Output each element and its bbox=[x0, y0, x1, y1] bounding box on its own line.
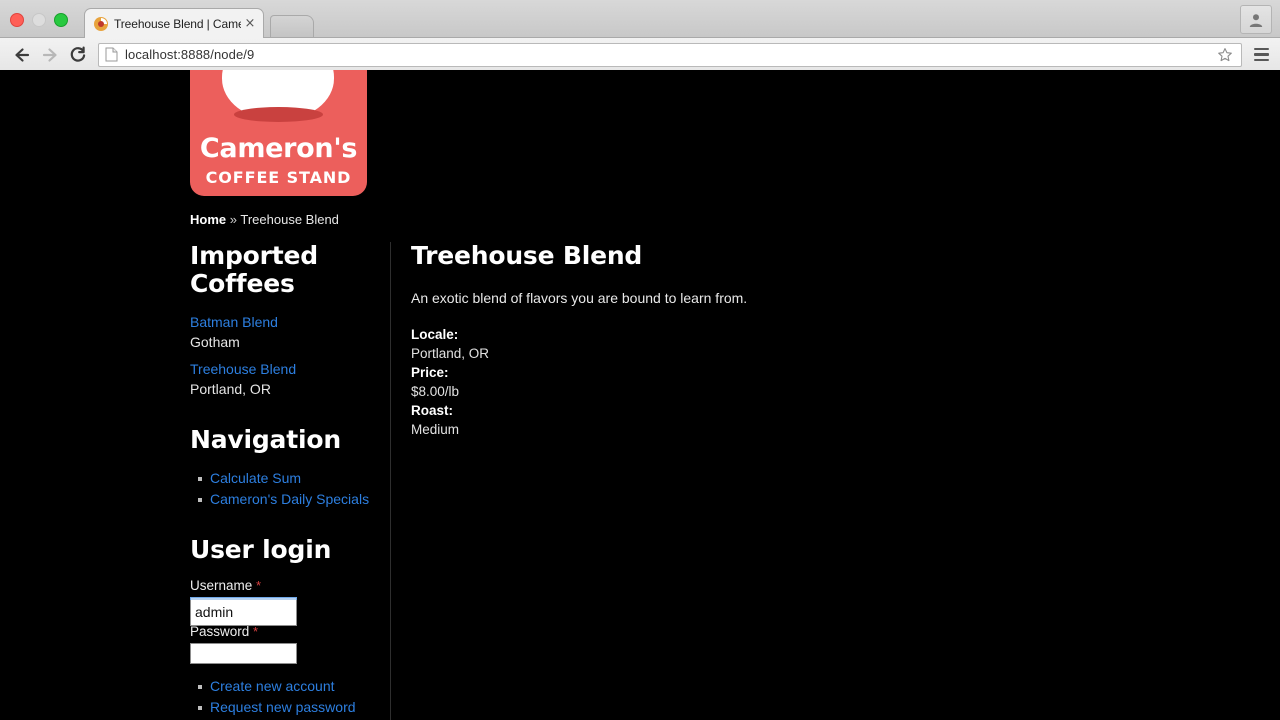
window-controls bbox=[10, 13, 68, 27]
sidebar: Imported Coffees Batman Blend Gotham Tre… bbox=[190, 242, 391, 720]
autofill-dropdown[interactable]: admin bbox=[190, 600, 297, 626]
browser-tab-active[interactable]: Treehouse Blend | Camero × bbox=[84, 8, 264, 38]
favicon-coffee-icon bbox=[93, 16, 109, 32]
close-icon[interactable]: × bbox=[243, 17, 257, 31]
field-value: Portland, OR bbox=[411, 346, 490, 361]
page-title: Treehouse Blend bbox=[411, 241, 643, 270]
list-item: Treehouse Blend Portland, OR bbox=[190, 359, 380, 400]
breadcrumb-separator: » bbox=[229, 212, 237, 227]
username-label-text: Username bbox=[190, 578, 253, 593]
list-item: Cameron's Daily Specials bbox=[198, 489, 380, 510]
maximize-window-button[interactable] bbox=[54, 13, 68, 27]
back-arrow-icon bbox=[15, 47, 30, 62]
coffee-saucer-icon bbox=[234, 107, 323, 122]
nav-link-calculate-sum[interactable]: Calculate Sum bbox=[210, 470, 301, 486]
hamburger-line bbox=[1253, 58, 1269, 62]
hamburger-line bbox=[1253, 53, 1269, 56]
list-item: Request new password bbox=[198, 697, 380, 718]
imported-coffees-title: Imported Coffees bbox=[190, 241, 318, 298]
field-label: Price: bbox=[411, 365, 449, 380]
password-input[interactable] bbox=[190, 643, 297, 664]
coffee-link-batman-blend[interactable]: Batman Blend bbox=[190, 312, 380, 332]
login-links-list: Create new account Request new password bbox=[190, 676, 380, 718]
list-item: Create new account bbox=[198, 676, 380, 697]
person-icon bbox=[1249, 13, 1263, 27]
page-viewport: Cameron's COFFEE STAND Home » Treehouse … bbox=[0, 70, 1280, 720]
tab-title: Treehouse Blend | Camero bbox=[114, 16, 241, 31]
field-locale: Locale: Portland, OR bbox=[411, 325, 1111, 363]
field-label: Locale: bbox=[411, 327, 459, 342]
reload-icon bbox=[70, 46, 86, 62]
profile-button[interactable] bbox=[1240, 5, 1272, 34]
close-window-button[interactable] bbox=[10, 13, 24, 27]
request-new-password-link[interactable]: Request new password bbox=[210, 699, 356, 715]
autofill-option-admin[interactable]: admin bbox=[191, 600, 296, 625]
field-price: Price: $8.00/lb bbox=[411, 363, 1111, 401]
required-asterisk: * bbox=[253, 624, 259, 639]
list-item: Batman Blend Gotham bbox=[190, 312, 380, 353]
coffee-link-treehouse-blend[interactable]: Treehouse Blend bbox=[190, 359, 380, 379]
field-label: Roast: bbox=[411, 403, 454, 418]
site-logo[interactable]: Cameron's COFFEE STAND bbox=[190, 70, 367, 196]
forward-button[interactable] bbox=[36, 41, 64, 69]
address-bar[interactable]: localhost:8888/node/9 bbox=[98, 42, 1242, 67]
navigation-list: Calculate Sum Cameron's Daily Specials bbox=[190, 468, 380, 510]
main-content: Treehouse Blend An exotic blend of flavo… bbox=[411, 242, 1111, 439]
page-document-icon bbox=[105, 47, 118, 62]
breadcrumb: Home » Treehouse Blend bbox=[190, 212, 339, 227]
navigation-title: Navigation bbox=[190, 425, 341, 454]
url-text: localhost:8888/node/9 bbox=[125, 47, 255, 62]
imported-coffees-list: Batman Blend Gotham Treehouse Blend Port… bbox=[190, 312, 380, 400]
breadcrumb-home-link[interactable]: Home bbox=[190, 212, 226, 227]
reload-button[interactable] bbox=[64, 41, 92, 69]
list-item: Calculate Sum bbox=[198, 468, 380, 489]
field-roast: Roast: Medium bbox=[411, 401, 1111, 439]
username-label: Username * bbox=[190, 578, 380, 593]
logo-sub-text: COFFEE STAND bbox=[205, 168, 352, 187]
browser-titlebar: Treehouse Blend | Camero × bbox=[0, 0, 1280, 38]
create-new-account-link[interactable]: Create new account bbox=[210, 678, 335, 694]
password-form-item: Password * bbox=[190, 624, 380, 664]
hamburger-line bbox=[1253, 47, 1269, 51]
new-tab-button[interactable] bbox=[270, 15, 314, 37]
logo-brand-text: Cameron's bbox=[199, 133, 358, 164]
minimize-window-button[interactable] bbox=[32, 13, 46, 27]
tab-strip: Treehouse Blend | Camero × bbox=[84, 8, 314, 38]
required-asterisk: * bbox=[256, 578, 262, 593]
forward-arrow-icon bbox=[42, 47, 57, 62]
field-value: $8.00/lb bbox=[411, 384, 460, 399]
block-imported-coffees: Imported Coffees Batman Blend Gotham Tre… bbox=[190, 242, 380, 400]
field-value: Medium bbox=[411, 422, 460, 437]
user-login-title: User login bbox=[190, 535, 332, 564]
coffee-locale: Portland, OR bbox=[190, 381, 271, 397]
nav-link-daily-specials[interactable]: Cameron's Daily Specials bbox=[210, 491, 369, 507]
browser-menu-button[interactable] bbox=[1250, 43, 1272, 67]
browser-window: Treehouse Blend | Camero × localhost:888… bbox=[0, 0, 1280, 720]
bookmark-star-icon[interactable] bbox=[1215, 45, 1235, 65]
breadcrumb-current: Treehouse Blend bbox=[240, 212, 339, 227]
block-user-login: User login Username * admi admin bbox=[190, 536, 380, 720]
back-button[interactable] bbox=[8, 41, 36, 69]
block-navigation: Navigation Calculate Sum Cameron's Daily… bbox=[190, 426, 380, 510]
username-form-item: Username * admi admin bbox=[190, 578, 380, 626]
coffee-locale: Gotham bbox=[190, 334, 240, 350]
password-label: Password * bbox=[190, 624, 380, 639]
node-body-text: An exotic blend of flavors you are bound… bbox=[411, 290, 748, 306]
browser-toolbar: localhost:8888/node/9 bbox=[0, 38, 1280, 72]
password-label-text: Password bbox=[190, 624, 250, 639]
